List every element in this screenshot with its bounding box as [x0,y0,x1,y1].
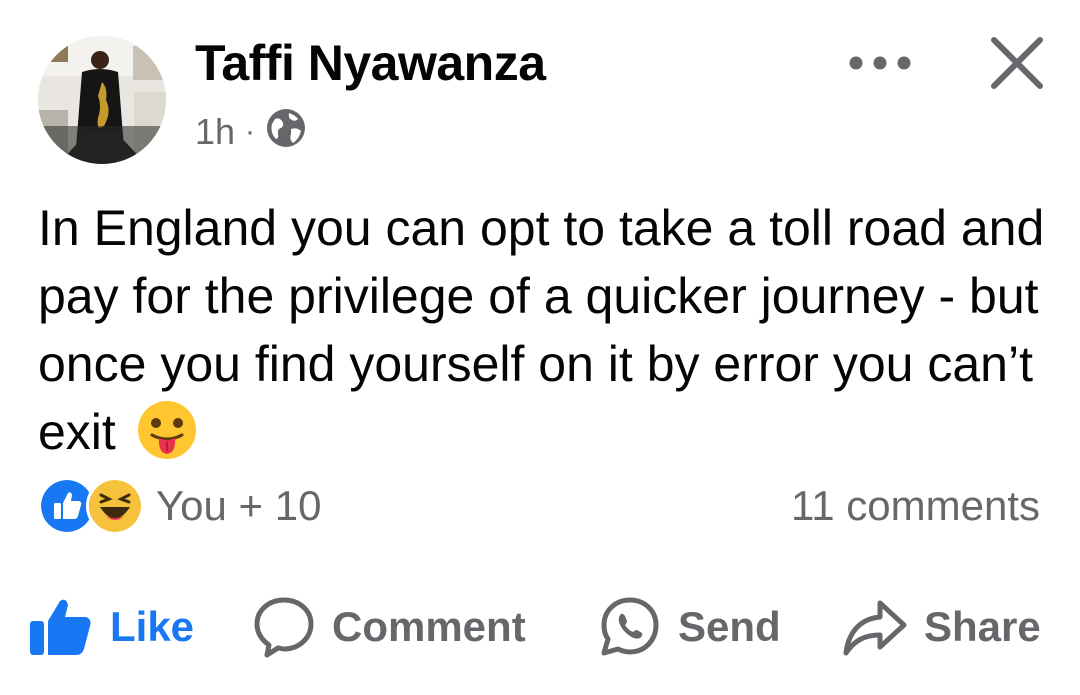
comments-count[interactable]: 11 comments [791,478,1040,534]
close-button[interactable] [982,28,1052,98]
meta-separator: · [245,115,256,148]
close-icon [991,37,1043,89]
avatar-photo [38,36,166,164]
comment-button[interactable]: Comment [252,592,526,662]
post-meta: 1h · [195,108,307,156]
share-label: Share [924,603,1041,650]
post-timestamp[interactable]: 1h [195,111,235,153]
comment-icon [254,597,314,658]
more-options-button[interactable] [840,38,920,88]
like-button[interactable]: Like [28,592,194,662]
send-button[interactable]: Send [598,592,781,662]
share-button[interactable]: Share [842,592,1041,662]
send-label: Send [678,603,781,650]
reactions-summary[interactable]: You + 10 [38,477,322,535]
comment-label: Comment [332,603,526,650]
post-body: In England you can opt to take a toll ro… [38,194,1048,478]
action-bar: Like Comment Send Share [0,592,1080,662]
avatar[interactable] [38,36,166,164]
globe-icon[interactable] [265,107,307,158]
share-icon [843,600,907,656]
haha-reaction-icon [86,477,144,535]
whatsapp-icon [601,597,659,656]
tongue-out-emoji-icon [136,399,198,478]
reaction-count: You + 10 [156,482,322,529]
post-card: Taffi Nyawanza 1h · In England you can o… [0,0,1080,695]
thumbs-up-icon [30,599,91,655]
like-label: Like [110,603,195,650]
author-name[interactable]: Taffi Nyawanza [195,34,546,92]
more-options-icon [849,56,911,70]
